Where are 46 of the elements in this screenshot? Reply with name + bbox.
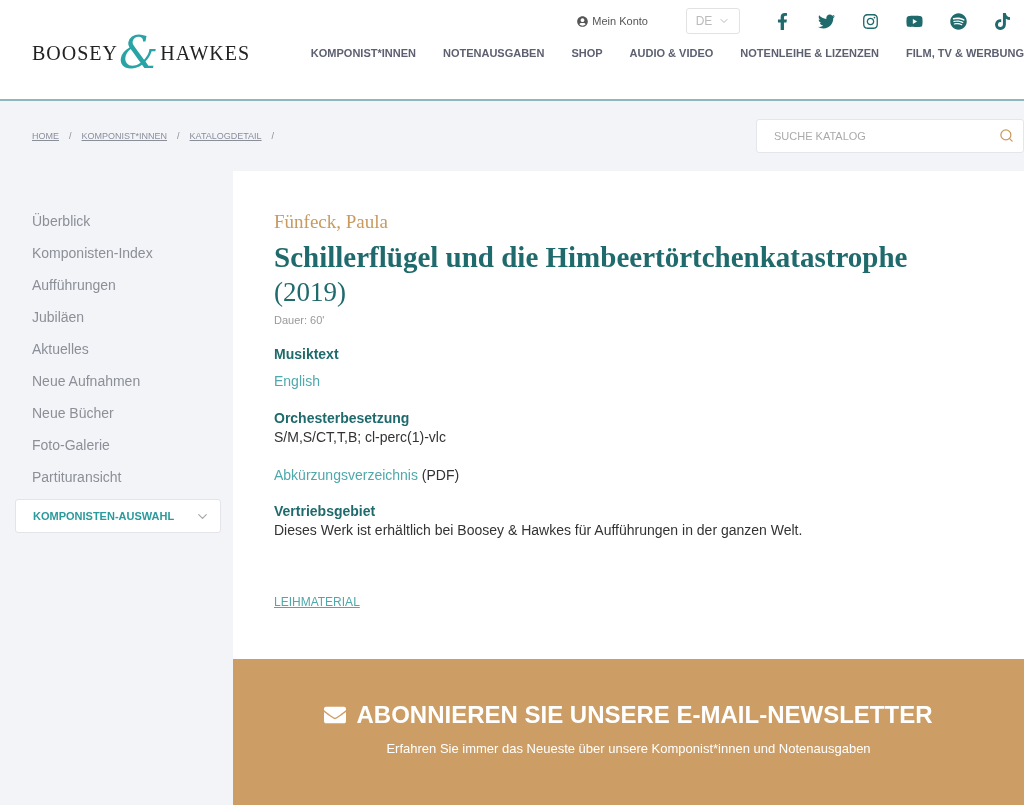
section-text: S/M,S/CT,T,B; cl-perc(1)-vlc [274,429,447,445]
nav-link[interactable]: SHOP [571,47,603,59]
sidebar-link[interactable]: Aufführungen [15,269,221,301]
sidebar-link[interactable]: Neue Aufnahmen [15,365,221,397]
work-year: (2019) [274,276,347,309]
sidebar-link[interactable]: Partituransicht [15,461,221,493]
sidebar-link[interactable]: Überblick [15,205,221,237]
user-icon [577,15,589,27]
search-field[interactable]: SUCHE KATALOG [756,119,1024,153]
newsletter-title[interactable]: ABONNIEREN SIE UNSERE E-MAIL-NEWSLETTER [356,701,933,729]
breadcrumb-separator: / [177,131,180,141]
breadcrumb-separator: / [271,131,275,141]
twitter-icon[interactable] [817,12,835,30]
breadcrumb-link[interactable]: HOME [32,131,59,141]
sidebar-link[interactable]: Neue Bücher [15,397,221,429]
abbreviations-link[interactable]: Abkürzungsverzeichnis [274,467,418,483]
breadcrumb-separator: / [69,131,72,141]
nav-link[interactable]: KOMPONIST*INNEN [310,47,416,59]
section-text: Dieses Werk ist erhältlich bei Boosey & Hawkes für Aufführungen in der ganzen Welt. [274,522,804,538]
breadcrumb-link[interactable]: KATALOGDETAIL [189,131,262,141]
duration: Dauer: 60' [274,314,326,326]
rental-link[interactable]: LEIHMATERIAL [274,595,360,609]
work-title: Schillerflügel und die Himbeertörtchenkatastrophe [274,240,909,275]
nav-link[interactable]: AUDIO & VIDEO [629,47,714,59]
composer-select[interactable]: KOMPONISTEN-AUSWAHL [15,499,221,533]
spotify-icon[interactable] [949,12,967,30]
newsletter-subtitle: Erfahren Sie immer das Neueste über unsere Komponist*innen und Notenausgaben [386,741,871,756]
instagram-icon[interactable] [861,12,879,30]
sidebar-link[interactable]: Aktuelles [15,333,221,365]
tiktok-icon[interactable] [993,12,1011,30]
breadcrumb-link[interactable]: KOMPONIST*INNEN [81,131,168,141]
account-link[interactable]: Mein Konto [577,15,648,27]
envelope-icon [324,704,347,726]
file-type: (PDF) [421,467,460,483]
nav-link[interactable]: FILM, TV & WERBUNG [906,47,1024,59]
section-heading: Orchesterbesetzung [274,410,411,426]
sidebar-link[interactable]: Komponisten-Index [15,237,221,269]
nav-link[interactable]: NOTENAUSGABEN [442,47,545,59]
section-heading: Vertriebsgebiet [274,503,377,519]
language-link[interactable]: English [274,373,320,389]
section-heading: Musiktext [274,346,340,362]
composer-name: Fünfeck, Paula [274,211,389,233]
sidebar-link[interactable]: Jubiläen [15,301,221,333]
nav-link[interactable]: NOTENLEIHE & LIZENZEN [740,47,880,59]
sidebar-link[interactable]: Foto-Galerie [15,429,221,461]
language-select[interactable]: DE [686,8,740,34]
